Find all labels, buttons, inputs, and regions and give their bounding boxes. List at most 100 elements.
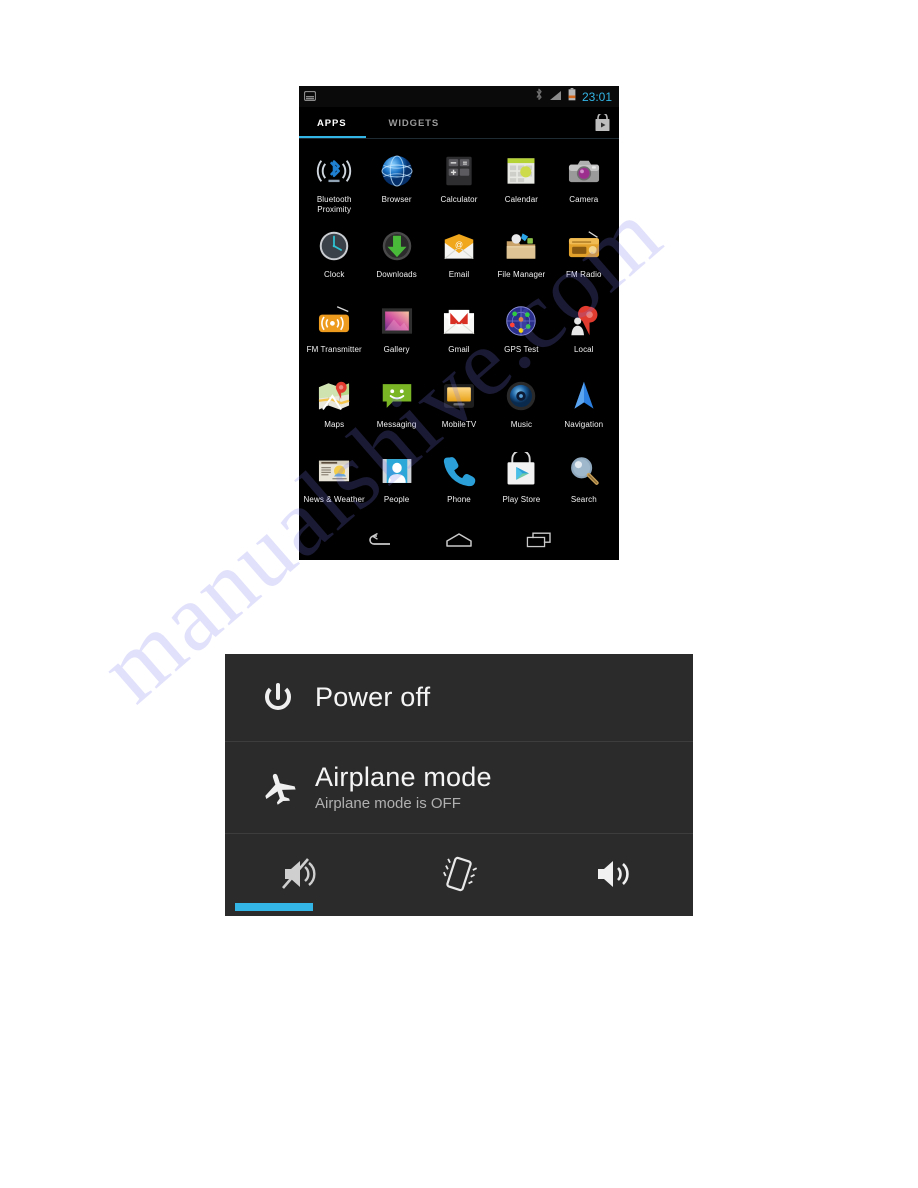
local-map-pin-icon bbox=[564, 301, 604, 341]
app-item[interactable]: Play Store bbox=[490, 447, 552, 522]
app-item[interactable]: File Manager bbox=[490, 222, 552, 297]
app-label: Search bbox=[570, 495, 597, 504]
app-label: Clock bbox=[323, 270, 345, 279]
app-label: People bbox=[383, 495, 410, 504]
clock-icon bbox=[314, 226, 354, 266]
app-item[interactable]: Music bbox=[490, 372, 552, 447]
app-item[interactable]: @ Email bbox=[428, 222, 490, 297]
calculator-icon bbox=[439, 151, 479, 191]
app-label: Messaging bbox=[376, 420, 417, 429]
app-item[interactable]: Calendar bbox=[490, 147, 552, 222]
messaging-bubble-icon bbox=[377, 376, 417, 416]
fm-radio-icon bbox=[564, 226, 604, 266]
airplane-mode-title: Airplane mode bbox=[315, 761, 492, 792]
navigation-arrow-icon bbox=[564, 376, 604, 416]
status-bar-clock: 23:01 bbox=[581, 89, 612, 104]
app-label: Navigation bbox=[564, 420, 604, 429]
app-label: FM Radio bbox=[566, 270, 602, 279]
calendar-icon bbox=[501, 151, 541, 191]
app-item[interactable]: Bluetooth Proximity bbox=[303, 147, 365, 222]
file-manager-icon bbox=[501, 226, 541, 266]
status-bar-right-icons: 23:01 bbox=[535, 87, 614, 106]
phone-handset-icon bbox=[439, 451, 479, 491]
app-label: Downloads bbox=[376, 270, 417, 279]
app-label: Calendar bbox=[504, 195, 539, 204]
app-label: MobileTV bbox=[441, 420, 477, 429]
tab-bar-divider bbox=[299, 138, 619, 139]
app-label: Browser bbox=[381, 195, 412, 204]
app-label: News & Weather bbox=[303, 495, 365, 504]
app-item[interactable]: Gmail bbox=[428, 297, 490, 372]
status-bar: 23:01 bbox=[299, 86, 619, 107]
power-options-dialog: Power off Airplane mode Airplane mode is… bbox=[225, 654, 693, 916]
app-item[interactable]: GPS Test bbox=[490, 297, 552, 372]
speaker-on-icon bbox=[598, 861, 629, 887]
nav-back-button[interactable] bbox=[356, 525, 402, 555]
tab-apps[interactable]: APPS bbox=[299, 107, 368, 139]
app-item[interactable]: Browser bbox=[365, 147, 427, 222]
power-icon bbox=[261, 681, 315, 715]
app-item[interactable]: Navigation bbox=[553, 372, 615, 447]
gps-test-icon bbox=[501, 301, 541, 341]
camera-icon bbox=[564, 151, 604, 191]
tab-widgets[interactable]: WIDGETS bbox=[384, 107, 443, 139]
ringer-silent-button[interactable] bbox=[225, 834, 381, 914]
ringer-vibrate-button[interactable] bbox=[381, 834, 537, 914]
app-item[interactable]: Downloads bbox=[365, 222, 427, 297]
news-weather-icon bbox=[314, 451, 354, 491]
downloads-arrow-icon bbox=[377, 226, 417, 266]
browser-globe-icon bbox=[377, 151, 417, 191]
android-app-drawer-screenshot: 23:01 APPS WIDGETS Bluetooth Proximity Br… bbox=[299, 86, 619, 560]
app-item[interactable]: People bbox=[365, 447, 427, 522]
app-item[interactable]: Messaging bbox=[365, 372, 427, 447]
signal-bars-icon bbox=[549, 88, 562, 106]
ringer-sound-button[interactable] bbox=[537, 834, 693, 914]
vibrate-icon bbox=[443, 856, 478, 892]
app-item[interactable]: News & Weather bbox=[303, 447, 365, 522]
email-envelope-icon: @ bbox=[439, 226, 479, 266]
app-item[interactable]: Search bbox=[553, 447, 615, 522]
app-label: Play Store bbox=[502, 495, 541, 504]
nav-home-button[interactable] bbox=[436, 525, 482, 555]
power-off-option[interactable]: Power off bbox=[225, 654, 693, 742]
app-label: File Manager bbox=[497, 270, 546, 279]
app-item[interactable]: Maps bbox=[303, 372, 365, 447]
app-item[interactable]: FM Transmitter bbox=[303, 297, 365, 372]
airplane-mode-option[interactable]: Airplane mode Airplane mode is OFF bbox=[225, 742, 693, 834]
gmail-envelope-icon bbox=[439, 301, 479, 341]
app-label: GPS Test bbox=[504, 345, 539, 354]
airplane-mode-text: Airplane mode Airplane mode is OFF bbox=[315, 761, 492, 813]
app-item[interactable]: Camera bbox=[553, 147, 615, 222]
battery-icon bbox=[568, 87, 576, 106]
gallery-photo-icon bbox=[377, 301, 417, 341]
app-label: Email bbox=[448, 270, 470, 279]
nav-recent-apps-button[interactable] bbox=[516, 525, 562, 555]
play-store-shop-button[interactable] bbox=[594, 114, 611, 132]
app-item[interactable]: Clock bbox=[303, 222, 365, 297]
app-item[interactable]: Local bbox=[553, 297, 615, 372]
search-magnifier-icon bbox=[564, 451, 604, 491]
play-store-bag-icon bbox=[595, 114, 610, 131]
app-item[interactable]: Phone bbox=[428, 447, 490, 522]
app-label: Camera bbox=[569, 195, 599, 204]
power-off-text: Power off bbox=[315, 683, 430, 712]
people-contact-icon bbox=[377, 451, 417, 491]
app-label: Phone bbox=[447, 495, 471, 504]
sd-card-icon bbox=[303, 88, 317, 106]
back-arrow-icon bbox=[369, 532, 390, 545]
app-item[interactable]: Gallery bbox=[365, 297, 427, 372]
ringer-mode-row bbox=[225, 834, 693, 914]
ringer-selected-indicator bbox=[235, 903, 313, 911]
music-speaker-icon bbox=[501, 376, 541, 416]
app-item[interactable]: FM Radio bbox=[553, 222, 615, 297]
svg-text:@: @ bbox=[455, 241, 463, 250]
mobile-tv-icon bbox=[439, 376, 479, 416]
recent-apps-icon bbox=[526, 532, 551, 548]
app-label: Maps bbox=[324, 420, 345, 429]
status-bar-left-icons bbox=[303, 88, 317, 106]
app-label: Local bbox=[573, 345, 594, 354]
app-item[interactable]: MobileTV bbox=[428, 372, 490, 447]
drawer-tab-bar: APPS WIDGETS bbox=[299, 107, 619, 139]
app-item[interactable]: Calculator bbox=[428, 147, 490, 222]
app-label: Bluetooth Proximity bbox=[316, 195, 352, 214]
